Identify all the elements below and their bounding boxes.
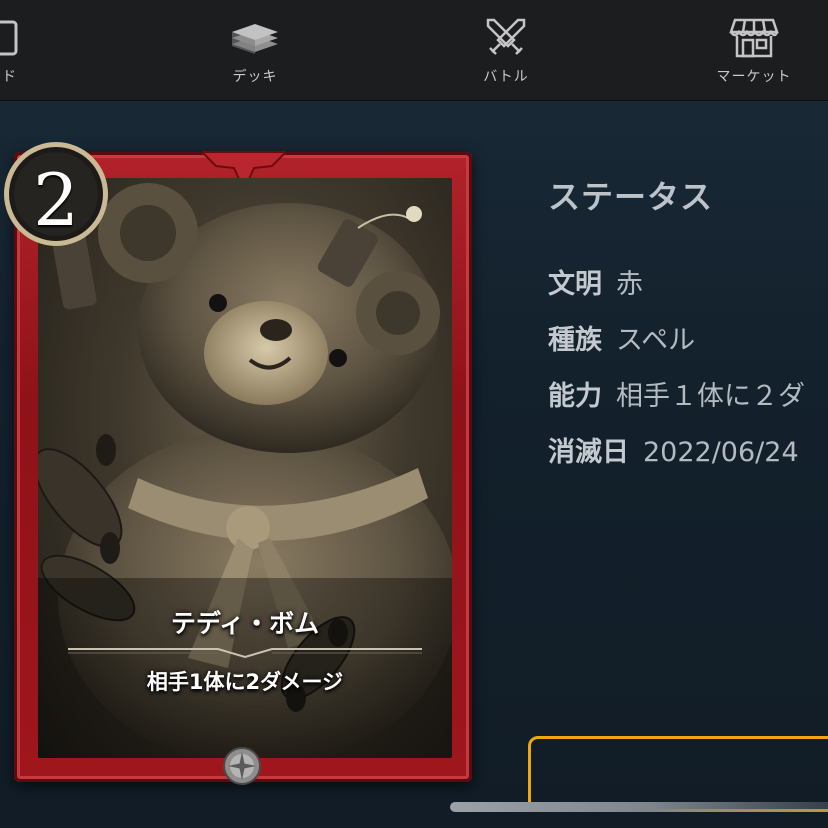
status-value: スペル <box>616 325 696 356</box>
card-name: テディ・ボム <box>170 609 320 638</box>
crossed-swords-icon <box>484 16 528 60</box>
nav-item-battle-label: バトル <box>483 69 529 85</box>
nav-item-card[interactable]: ード <box>0 0 72 100</box>
nav-item-market[interactable]: マーケット <box>684 0 824 100</box>
nav-item-market-label: マーケット <box>716 69 792 85</box>
compass-gem-icon <box>223 747 261 785</box>
nav-item-card-label: ード <box>0 69 17 85</box>
card-icon <box>0 16 22 60</box>
shop-icon <box>729 16 779 60</box>
card-ability-text: 相手1体に2ダメージ <box>146 670 344 694</box>
deck-icon <box>228 16 282 60</box>
horizontal-scrollbar[interactable] <box>450 802 828 812</box>
status-key: 消滅日 <box>548 437 629 468</box>
status-row-expiry-date: 消滅日 2022/06/24 <box>548 430 799 469</box>
action-button-outline[interactable] <box>528 736 828 812</box>
nav-item-deck-label: デッキ <box>232 69 278 85</box>
nav-item-battle[interactable]: バトル <box>436 0 576 100</box>
card-name-divider <box>68 648 422 658</box>
status-title: ステータス <box>548 178 714 216</box>
status-value: 相手１体に２ダ <box>616 381 805 412</box>
card-detail-page: ード デッキ バトル <box>0 0 828 828</box>
status-key: 種族 <box>548 325 602 356</box>
status-row-ability: 能力 相手１体に２ダ <box>548 374 805 413</box>
top-nav: ード デッキ バトル <box>0 0 828 101</box>
card-preview[interactable]: テディ・ボム 相手1体に2ダメージ 2 <box>4 142 474 785</box>
status-value: 赤 <box>616 269 643 300</box>
status-row-civilization: 文明赤 <box>548 262 643 301</box>
nav-item-deck[interactable]: デッキ <box>185 0 325 100</box>
status-key: 能力 <box>548 381 602 412</box>
cost-value: 2 <box>33 158 79 242</box>
status-value: 2022/06/24 <box>643 437 799 468</box>
status-key: 文明 <box>548 269 602 300</box>
status-row-race: 種族 スペル <box>548 318 695 357</box>
